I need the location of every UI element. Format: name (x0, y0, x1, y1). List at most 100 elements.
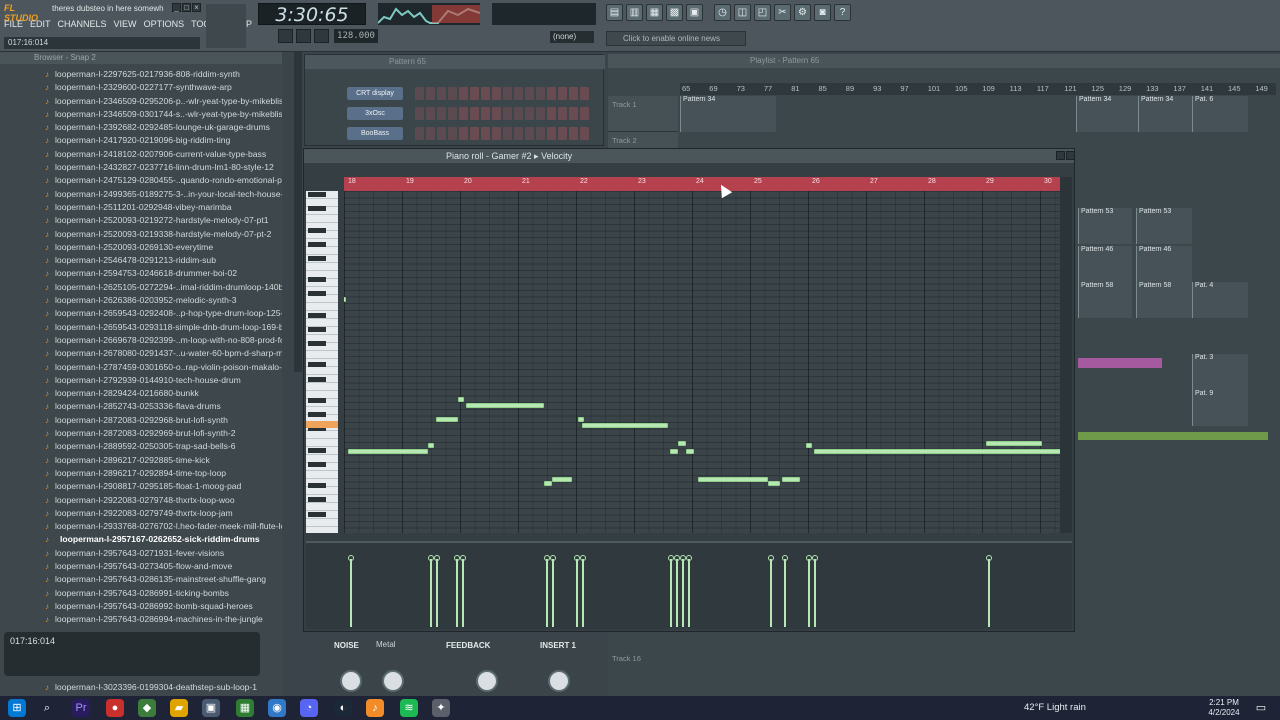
step-button[interactable] (569, 87, 578, 100)
step-button[interactable] (514, 107, 523, 120)
list-item[interactable]: looperman-l-2957643-0273405-flow-and-mov… (0, 560, 282, 573)
vpn-icon[interactable]: ◆ (138, 699, 156, 717)
list-item[interactable]: looperman-l-2669678-0292399-..m-loop-wit… (0, 334, 282, 347)
explorer-icon[interactable]: ▣ (202, 699, 220, 717)
cpu-icon[interactable]: ◷ (714, 4, 731, 21)
step-button[interactable] (459, 107, 468, 120)
list-item[interactable]: looperman-l-2933768-0276702-l.heo-fader-… (0, 520, 282, 533)
step-button[interactable] (525, 87, 534, 100)
clip[interactable]: Pat. 6 (1192, 96, 1248, 132)
playlist-icon[interactable]: ▤ (606, 4, 623, 21)
list-item[interactable]: looperman-l-2346509-0301744-s..-wlr-yeat… (0, 108, 282, 121)
velocity-handle[interactable] (986, 555, 992, 561)
step-button[interactable] (547, 87, 556, 100)
clip[interactable]: Pattern 34 (1138, 96, 1192, 132)
velocity-bar[interactable] (814, 559, 816, 627)
black-key[interactable] (308, 227, 326, 233)
list-item[interactable]: looperman-l-3023396-0199304-deathstep-su… (0, 681, 282, 694)
list-item[interactable]: looperman-l-2872083-0292969-brut-lofi-sy… (0, 427, 282, 440)
maximize-button[interactable]: □ (182, 3, 191, 12)
list-item[interactable]: looperman-l-2417920-0219096-big-riddim-t… (0, 134, 282, 147)
step-button[interactable] (536, 87, 545, 100)
step-button[interactable] (580, 127, 589, 140)
step-button[interactable] (525, 107, 534, 120)
list-item[interactable]: looperman-l-2392682-0292485-lounge-uk-ga… (0, 121, 282, 134)
list-item[interactable]: looperman-l-2957643-0286992-bomb-squad-h… (0, 600, 282, 613)
note[interactable] (552, 477, 572, 482)
step-button[interactable] (481, 127, 490, 140)
slot-feedback[interactable]: FEEDBACK (446, 640, 490, 652)
clock[interactable]: 2:21 PM 4/2/2024 (1196, 698, 1252, 718)
list-item[interactable]: looperman-l-2432827-0237716-linn-drum-lm… (0, 161, 282, 174)
list-item[interactable]: looperman-l-2418102-0207906-current-valu… (0, 148, 282, 161)
list-item[interactable]: looperman-l-2678080-0291437-..u-water-60… (0, 347, 282, 360)
step-button[interactable] (426, 107, 435, 120)
velocity-handle[interactable] (580, 555, 586, 561)
channel-crt-display[interactable]: CRT display (347, 87, 403, 100)
piano-roll-ruler[interactable]: 18 19 20 21 22 23 24 25 26 27 28 29 30 (344, 177, 1060, 191)
note[interactable] (782, 477, 800, 482)
velocity-handle[interactable] (434, 555, 440, 561)
step-button[interactable] (470, 127, 479, 140)
master-volume-area[interactable] (206, 4, 246, 48)
step-button[interactable] (470, 107, 479, 120)
step-button[interactable] (503, 127, 512, 140)
step-button[interactable] (481, 87, 490, 100)
velocity-bar[interactable] (552, 559, 554, 627)
velocity-handle[interactable] (768, 555, 774, 561)
step-sequencer-row[interactable] (415, 107, 595, 120)
step-button[interactable] (426, 127, 435, 140)
save-icon[interactable]: ◙ (814, 4, 831, 21)
step-button[interactable] (492, 87, 501, 100)
list-item[interactable]: looperman-l-2625105-0272294-..imal-riddi… (0, 281, 282, 294)
menu-file[interactable]: FILE (4, 19, 23, 32)
tools-icon[interactable]: ✂ (774, 4, 791, 21)
help-icon[interactable]: ? (834, 4, 851, 21)
black-key[interactable] (308, 447, 326, 453)
step-button[interactable] (448, 87, 457, 100)
step-button[interactable] (492, 127, 501, 140)
black-key[interactable] (308, 255, 326, 261)
step-button[interactable] (514, 127, 523, 140)
velocity-bar[interactable] (770, 559, 772, 627)
step-button[interactable] (569, 107, 578, 120)
mixer-icon[interactable]: ▩ (666, 4, 683, 21)
step-button[interactable] (448, 127, 457, 140)
clip[interactable]: Pattern 58 (1136, 282, 1192, 318)
list-item[interactable]: looperman-l-2852743-0253336-flava-drums (0, 400, 282, 413)
velocity-handle[interactable] (550, 555, 556, 561)
clip[interactable]: Pat. 3 (1192, 354, 1248, 390)
note[interactable] (768, 481, 780, 486)
velocity-bar[interactable] (462, 559, 464, 627)
note[interactable] (458, 397, 464, 402)
step-button[interactable] (459, 127, 468, 140)
weather-widget[interactable]: 42°F Light rain (1024, 696, 1124, 720)
step-button[interactable] (569, 127, 578, 140)
step-button[interactable] (437, 87, 446, 100)
browser-icon[interactable]: ▣ (686, 4, 703, 21)
list-item[interactable]: looperman-l-2546478-0291213-riddim-sub (0, 254, 282, 267)
calendar-icon[interactable]: ▦ (236, 699, 254, 717)
velocity-handle[interactable] (812, 555, 818, 561)
list-item[interactable]: looperman-l-2499365-0189275-3-..in-your-… (0, 188, 282, 201)
note[interactable] (544, 481, 552, 486)
time-display[interactable]: 3:30:65 (258, 3, 366, 26)
spotify-icon[interactable]: ≋ (400, 699, 418, 717)
step-button[interactable] (481, 107, 490, 120)
notification-icon[interactable]: ▭ (1252, 699, 1270, 717)
clip[interactable]: Pattern 34 (680, 96, 776, 132)
list-item[interactable]: looperman-l-2520093-0269130-everytime (0, 241, 282, 254)
black-key[interactable] (308, 461, 326, 467)
steam-icon[interactable]: ◐ (334, 699, 352, 717)
step-button[interactable] (547, 127, 556, 140)
audio-clip[interactable] (1078, 432, 1268, 440)
velocity-handle[interactable] (686, 555, 692, 561)
stop-button[interactable] (296, 29, 311, 43)
list-item[interactable]: looperman-l-2957643-0286994-machines-in-… (0, 613, 282, 626)
close-button[interactable] (1066, 151, 1075, 160)
step-button[interactable] (580, 107, 589, 120)
velocity-bar[interactable] (576, 559, 578, 627)
tempo-display[interactable]: 128.000 (334, 29, 378, 43)
menu-view[interactable]: VIEW (114, 19, 137, 32)
step-button[interactable] (580, 87, 589, 100)
